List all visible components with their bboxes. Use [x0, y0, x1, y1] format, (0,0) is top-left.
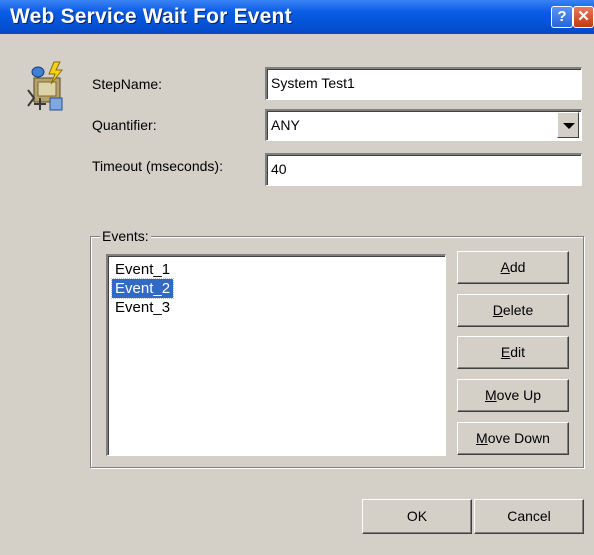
delete-button[interactable]: Delete [457, 294, 569, 327]
stepname-label: StepName: [92, 76, 163, 92]
quantifier-value: ANY [271, 117, 300, 133]
quantifier-select[interactable]: ANY [265, 109, 582, 141]
events-listbox[interactable]: Event_1 Event_2 Event_3 [106, 254, 446, 456]
timeout-input[interactable]: 40 [265, 153, 582, 186]
chevron-down-icon [563, 123, 575, 129]
move-down-button[interactable]: Move Down [457, 422, 569, 455]
quantifier-label: Quantifier: [92, 117, 157, 133]
quantifier-dropdown-button[interactable] [557, 112, 579, 138]
edit-button[interactable]: Edit [457, 336, 569, 369]
list-item[interactable]: Event_3 [112, 298, 173, 317]
stepname-input[interactable]: System Test1 [265, 67, 582, 100]
events-group-label: Events: [100, 228, 151, 244]
list-item[interactable]: Event_1 [112, 260, 173, 279]
window-title: Web Service Wait For Event [10, 5, 292, 28]
timeout-label: Timeout (mseconds): [92, 158, 223, 174]
cancel-button[interactable]: Cancel [474, 499, 584, 534]
close-icon: ✕ [577, 8, 590, 25]
move-up-button[interactable]: Move Up [457, 379, 569, 412]
add-button[interactable]: Add [457, 251, 569, 284]
event-wait-icon [27, 61, 64, 111]
help-button[interactable]: ? [551, 6, 573, 28]
title-bar[interactable]: Web Service Wait For Event ? ✕ [0, 0, 594, 34]
list-item-selected[interactable]: Event_2 [110, 278, 175, 299]
wait-for-event-dialog: Web Service Wait For Event ? ✕ StepName:… [0, 0, 594, 555]
ok-button[interactable]: OK [362, 499, 472, 534]
close-button[interactable]: ✕ [573, 6, 594, 28]
help-icon: ? [557, 8, 567, 25]
